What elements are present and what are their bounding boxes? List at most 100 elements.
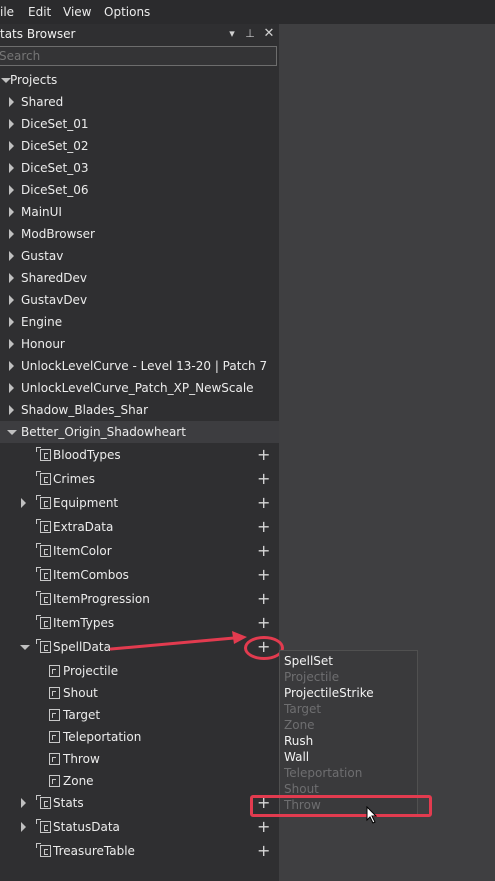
menu-options[interactable]: Options [104,5,150,19]
tree-project-item[interactable]: DiceSet_02 [0,135,279,157]
add-icon[interactable]: + [257,567,270,583]
collapsed-arrow-icon[interactable] [9,141,14,151]
tree-item-label: Gustav [21,249,64,263]
stats-file-icon [49,731,60,743]
tree-project-item[interactable]: Better_Origin_Shadowheart [0,421,279,443]
tree-item-label: MainUI [21,205,62,219]
collapsed-arrow-icon[interactable] [9,119,14,129]
collapsed-arrow-icon[interactable] [9,339,14,349]
pin-icon[interactable]: ⊥ [243,26,257,42]
tree-stats-folder[interactable]: SpellData + [0,636,279,658]
tree-stats-folder[interactable]: ItemProgression + [0,588,279,610]
stats-table-icon [36,447,51,461]
expanded-arrow-icon[interactable] [7,430,17,435]
collapsed-arrow-icon[interactable] [9,207,14,217]
context-menu-item-projectilestrike[interactable]: ProjectileStrike [284,685,374,701]
collapsed-arrow-icon[interactable] [9,97,14,107]
collapsed-arrow-icon[interactable] [9,251,14,261]
add-icon[interactable]: + [257,519,270,535]
tree-project-item[interactable]: Engine [0,311,279,333]
tree-project-item[interactable]: MainUI [0,201,279,223]
menu-edit[interactable]: Edit [28,5,51,19]
tree-stats-folder[interactable]: Stats + [0,792,279,814]
collapsed-arrow-icon[interactable] [9,185,14,195]
tree-spelldata-file[interactable]: Projectile [0,660,279,682]
tree-project-item[interactable]: Gustav [0,245,279,267]
add-icon[interactable]: + [257,591,270,607]
menu-view[interactable]: View [63,5,91,19]
add-icon[interactable]: + [257,471,270,487]
tree-item-label: Projects [10,73,58,87]
tree-item-label: DiceSet_06 [21,183,89,197]
tree-project-item[interactable]: Shadow_Blades_Shar [0,399,279,421]
panel-titlebar: tats Browser ▾ ⊥ ✕ [0,24,279,45]
dropdown-icon[interactable]: ▾ [225,26,239,42]
context-menu-item-wall[interactable]: Wall [284,749,309,765]
tree-stats-folder[interactable]: StatusData + [0,816,279,838]
tree-item-label: Stats [53,796,84,810]
tree-project-item[interactable]: SharedDev [0,267,279,289]
tree-spelldata-file[interactable]: Teleportation [0,726,279,748]
menu-file[interactable]: ile [0,5,14,19]
tree-spelldata-file[interactable]: Zone [0,770,279,792]
expanded-arrow-icon[interactable] [20,645,30,650]
collapsed-arrow-icon[interactable] [9,229,14,239]
search-input[interactable] [0,46,277,66]
tree-project-item[interactable]: DiceSet_01 [0,113,279,135]
collapsed-arrow-icon[interactable] [9,383,14,393]
stats-file-icon [49,687,60,699]
collapsed-arrow-icon[interactable] [9,317,14,327]
tree-project-item[interactable]: DiceSet_06 [0,179,279,201]
tree-item-label: Throw [63,752,100,766]
collapsed-arrow-icon[interactable] [21,798,26,808]
collapsed-arrow-icon[interactable] [9,163,14,173]
tree-spelldata-file[interactable]: Throw [0,748,279,770]
tree-item-label: ModBrowser [21,227,95,241]
tree-project-item[interactable]: DiceSet_03 [0,157,279,179]
tree-stats-folder[interactable]: ItemCombos + [0,564,279,586]
tree-spelldata-file[interactable]: Shout [0,682,279,704]
tree-project-item[interactable]: Honour [0,333,279,355]
tree-project-item[interactable]: ModBrowser [0,223,279,245]
collapsed-arrow-icon[interactable] [9,405,14,415]
tree-stats-folder[interactable]: ItemColor + [0,540,279,562]
collapsed-arrow-icon[interactable] [21,498,26,508]
add-icon[interactable]: + [257,543,270,559]
tree-item-label: SpellData [53,640,111,654]
tree-stats-folder[interactable]: Crimes + [0,468,279,490]
collapsed-arrow-icon[interactable] [9,361,14,371]
tree-stats-folder[interactable]: TreasureTable + [0,840,279,862]
tree-stats-folder[interactable]: BloodTypes + [0,444,279,466]
context-menu-item-spellset[interactable]: SpellSet [284,653,333,669]
add-icon[interactable]: + [257,615,270,631]
stats-table-icon [36,615,51,629]
context-menu-item-projectile: Projectile [284,670,340,684]
highlight-circle [244,636,284,660]
tree-stats-folder[interactable]: ExtraData + [0,516,279,538]
tree-item-label: Zone [63,774,94,788]
tree-stats-folder[interactable]: ItemTypes + [0,612,279,634]
tree-item-label: ItemCombos [53,568,129,582]
tree-stats-folder[interactable]: Equipment + [0,492,279,514]
tree-project-item[interactable]: UnlockLevelCurve_Patch_XP_NewScale [0,377,279,399]
tree-project-item[interactable]: GustavDev [0,289,279,311]
collapsed-arrow-icon[interactable] [9,295,14,305]
tree-project-item[interactable]: Shared [0,91,279,113]
close-icon[interactable]: ✕ [262,26,276,42]
collapsed-arrow-icon[interactable] [21,822,26,832]
collapsed-arrow-icon[interactable] [9,273,14,283]
tree-item-label: Crimes [53,472,95,486]
tree-project-item[interactable]: UnlockLevelCurve - Level 13-20 | Patch 7 [0,355,279,377]
tree-item-label: Shadow_Blades_Shar [21,403,149,417]
tree-root-projects[interactable]: Projects [0,69,279,91]
tree-item-label: DiceSet_01 [21,117,89,131]
add-icon[interactable]: + [257,447,270,463]
context-menu-item-rush[interactable]: Rush [284,733,313,749]
add-icon[interactable]: + [257,843,270,859]
add-icon[interactable]: + [257,495,270,511]
tree-item-label: Honour [21,337,65,351]
tree-spelldata-file[interactable]: Target [0,704,279,726]
add-icon[interactable]: + [257,819,270,835]
stats-file-icon [49,753,60,765]
stats-table-icon [36,471,51,485]
